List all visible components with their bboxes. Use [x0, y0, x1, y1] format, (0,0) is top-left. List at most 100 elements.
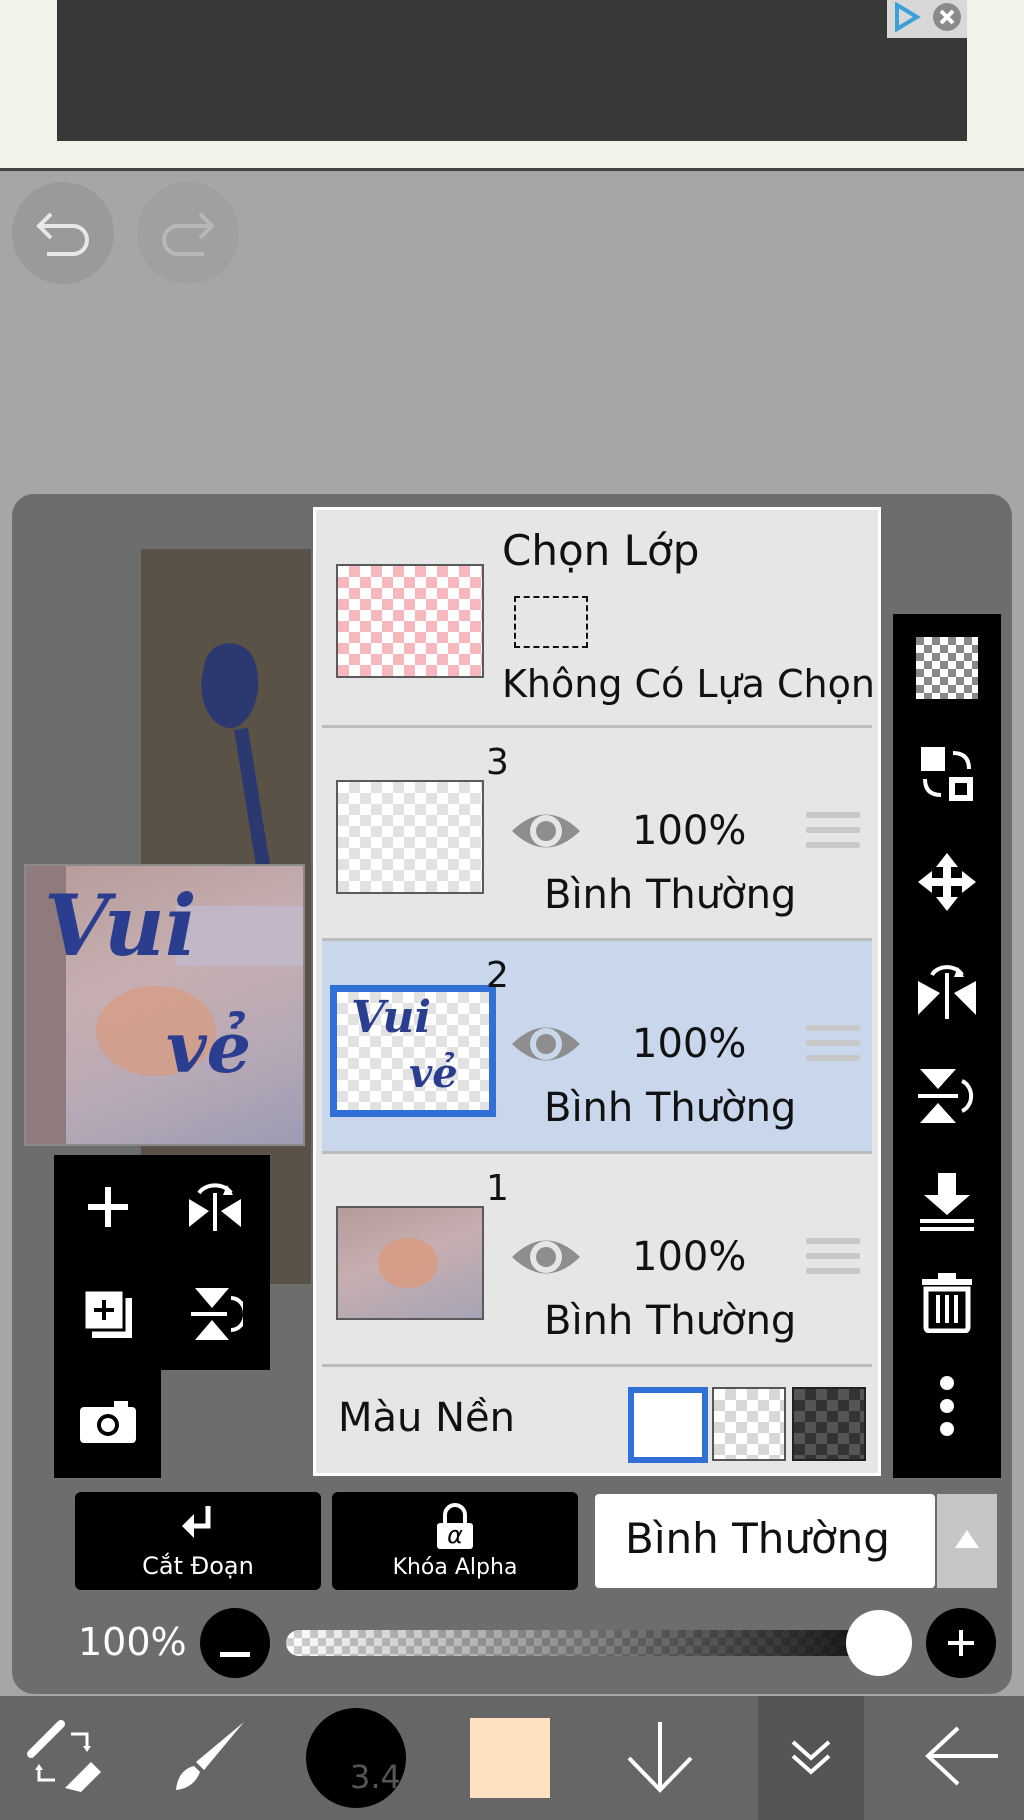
layer-row-1[interactable]: 1 100% Bình Thường [322, 1154, 872, 1367]
plus-icon [946, 1618, 976, 1669]
color-button[interactable] [460, 1696, 560, 1820]
lock-icon: α [435, 1502, 475, 1551]
swap-tool-button[interactable] [0, 1696, 130, 1820]
flip-vertical-button[interactable] [893, 1048, 1001, 1148]
brush-size-button[interactable]: 3.4 [300, 1696, 412, 1820]
move-button[interactable] [893, 834, 1001, 934]
blend-mode-value: Bình Thường [625, 1514, 890, 1563]
opacity-decrease-button[interactable] [200, 1608, 270, 1678]
layer-row-2[interactable]: Vui vẻ 2 100% Bình Thường [322, 941, 872, 1154]
flip-horizontal-icon [185, 1179, 245, 1239]
thumb-text-1: Vui [351, 992, 432, 1043]
drag-handle-icon[interactable] [806, 1025, 860, 1070]
brush-size-icon: 3.4 [306, 1708, 406, 1808]
camera-tool [54, 1370, 161, 1478]
selection-marquee-icon [514, 596, 588, 648]
alpha-symbol: α [447, 1520, 463, 1549]
layer-tools-left [54, 1155, 270, 1370]
background-color-label: Màu Nền [338, 1395, 515, 1441]
opacity-slider[interactable] [286, 1630, 892, 1656]
layer-opacity: 100% [632, 1234, 747, 1280]
preview-text-2: vẻ [166, 1006, 252, 1089]
copy-layer-icon [80, 1286, 136, 1346]
layer-thumbnail-selected: Vui vẻ [330, 985, 496, 1117]
layer-down-button[interactable] [610, 1696, 710, 1820]
thumb-text-2: vẻ [409, 1050, 458, 1097]
add-layer-button[interactable] [54, 1155, 161, 1262]
clip-arrow-icon [178, 1502, 218, 1550]
visibility-eye-icon[interactable] [508, 806, 584, 860]
clip-button[interactable]: Cắt Đoạn [75, 1492, 321, 1590]
alpha-lock-label: Khóa Alpha [392, 1554, 518, 1580]
flip-horizontal-icon [916, 959, 978, 1025]
layer-thumbnail [336, 780, 484, 894]
back-button[interactable] [900, 1696, 1024, 1820]
blend-mode-dropdown[interactable] [937, 1494, 997, 1588]
selection-layer[interactable]: Chọn Lớp Không Có Lựa Chọn [322, 510, 875, 728]
color-swatch [470, 1718, 550, 1798]
layer-row-3[interactable]: 3 100% Bình Thường [322, 728, 872, 941]
flip-horizontal-button[interactable] [893, 942, 1001, 1042]
more-icon [937, 1375, 957, 1441]
layer-number: 2 [486, 955, 509, 996]
move-icon [916, 851, 978, 917]
close-icon[interactable] [932, 2, 962, 36]
layer-number: 1 [486, 1168, 509, 1209]
visibility-eye-icon[interactable] [508, 1019, 584, 1073]
flip-vertical-icon [187, 1284, 247, 1348]
delete-icon [920, 1271, 974, 1337]
canvas-preview[interactable]: Vui vẻ [24, 864, 305, 1146]
opacity-label: 100% [78, 1620, 187, 1664]
visibility-eye-icon[interactable] [508, 1232, 584, 1286]
merge-down-icon [916, 1171, 978, 1237]
alpha-lock-button[interactable]: α Khóa Alpha [332, 1492, 578, 1590]
brush-size-value: 3.4 [350, 1758, 401, 1796]
arrow-down-icon [625, 1718, 695, 1798]
layer-blend-mode: Bình Thường [544, 1085, 797, 1131]
layer-opacity: 100% [632, 1021, 747, 1067]
drag-handle-icon[interactable] [806, 1238, 860, 1283]
copy-layer-button[interactable] [54, 1262, 161, 1369]
ad-banner[interactable] [57, 0, 967, 141]
clip-label: Cắt Đoạn [142, 1552, 254, 1580]
layer-list: Chọn Lớp Không Có Lựa Chọn 3 100% Bình T… [313, 507, 881, 1476]
layer-number: 3 [486, 742, 509, 783]
adchoices-icon[interactable] [893, 1, 921, 36]
layer-swap-button[interactable] [893, 726, 1001, 826]
opacity-increase-button[interactable] [926, 1608, 996, 1678]
drag-handle-icon[interactable] [806, 812, 860, 857]
camera-button[interactable] [54, 1370, 161, 1477]
transparency-button[interactable] [893, 620, 1001, 720]
add-layer-icon [84, 1183, 132, 1235]
bg-transparent-option[interactable] [712, 1387, 786, 1461]
brush-button[interactable] [150, 1696, 270, 1820]
layer-blend-mode: Bình Thường [544, 872, 797, 918]
minus-icon [220, 1618, 250, 1669]
background-color-row: Màu Nền [322, 1367, 872, 1473]
transparency-icon [916, 637, 978, 703]
undo-button[interactable] [12, 182, 114, 284]
flip-layer-horizontal-button[interactable] [161, 1155, 268, 1262]
triangle-up-icon [953, 1528, 981, 1554]
delete-layer-button[interactable] [893, 1254, 1001, 1354]
redo-button[interactable] [137, 182, 239, 284]
preview-text-1: Vui [44, 876, 197, 975]
collapse-panel-button[interactable] [758, 1696, 864, 1820]
flip-layer-vertical-button[interactable] [161, 1262, 268, 1369]
bg-white-option[interactable] [628, 1387, 708, 1463]
bg-dark-option[interactable] [792, 1387, 866, 1461]
layer-thumbnail [336, 1206, 484, 1320]
brush-icon [170, 1716, 250, 1800]
blend-mode-select[interactable]: Bình Thường [595, 1494, 935, 1588]
back-arrow-icon [922, 1726, 1002, 1790]
redo-icon [158, 206, 218, 260]
flip-vertical-icon [916, 1065, 978, 1131]
layer-tools-right [893, 614, 1001, 1478]
layer-opacity: 100% [632, 808, 747, 854]
selection-layer-status: Không Có Lựa Chọn [502, 662, 875, 706]
more-options-button[interactable] [893, 1358, 1001, 1458]
merge-down-button[interactable] [893, 1154, 1001, 1254]
ad-choices[interactable] [887, 0, 967, 38]
undo-icon [33, 206, 93, 260]
opacity-slider-knob[interactable] [846, 1610, 912, 1676]
